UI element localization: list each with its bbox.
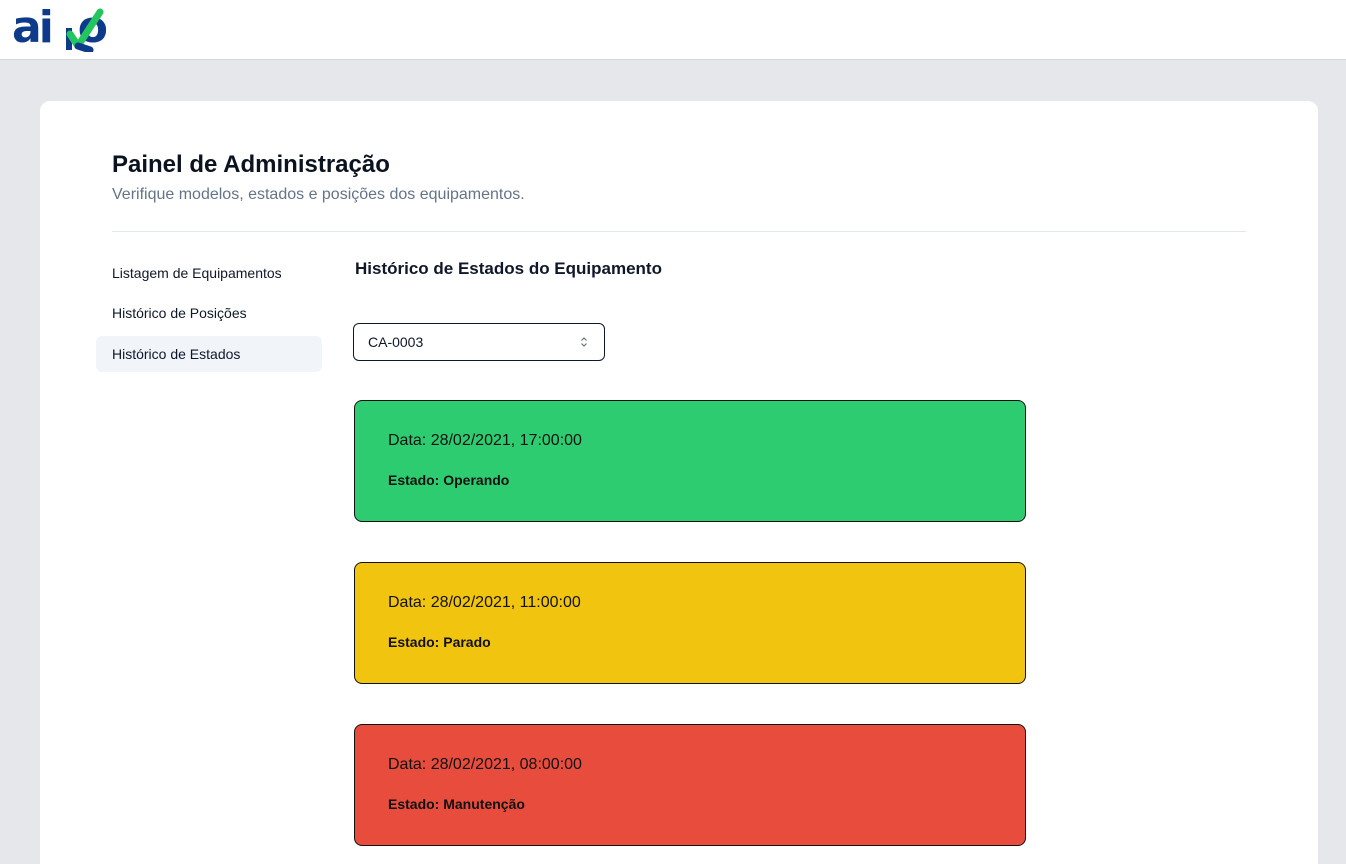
state-date: Data: 28/02/2021, 17:00:00 (388, 432, 582, 449)
admin-panel-card: Painel de Administração Verifique modelo… (40, 101, 1318, 864)
state-history-card: Data: 28/02/2021, 08:00:00 Estado: Manut… (354, 724, 1026, 846)
top-bar: ai o (0, 0, 1346, 60)
section-title: Histórico de Estados do Equipamento (355, 259, 662, 278)
sidebar-item-position-history[interactable]: Histórico de Posições (96, 295, 322, 331)
page-title: Painel de Administração (112, 151, 390, 178)
aiko-logo[interactable]: ai o (12, 2, 108, 53)
page-subtitle: Verifique modelos, estados e posições do… (112, 186, 525, 203)
state-status: Estado: Manutenção (388, 796, 525, 812)
equipment-select[interactable]: CA-0003 (353, 323, 605, 361)
state-status: Estado: Operando (388, 472, 510, 488)
state-date: Data: 28/02/2021, 11:00:00 (388, 594, 581, 611)
state-history-card: Data: 28/02/2021, 11:00:00 Estado: Parad… (354, 562, 1026, 684)
sidebar-item-equipment-list[interactable]: Listagem de Equipamentos (96, 255, 322, 291)
logo-checkmark-icon (66, 8, 104, 52)
state-history-card: Data: 28/02/2021, 17:00:00 Estado: Opera… (354, 400, 1026, 522)
state-date: Data: 28/02/2021, 08:00:00 (388, 756, 582, 773)
sidebar-item-state-history[interactable]: Histórico de Estados (96, 336, 322, 372)
equipment-select-value: CA-0003 (368, 334, 424, 350)
state-status: Estado: Parado (388, 634, 491, 650)
chevron-up-down-icon (581, 337, 587, 347)
divider (112, 231, 1246, 232)
